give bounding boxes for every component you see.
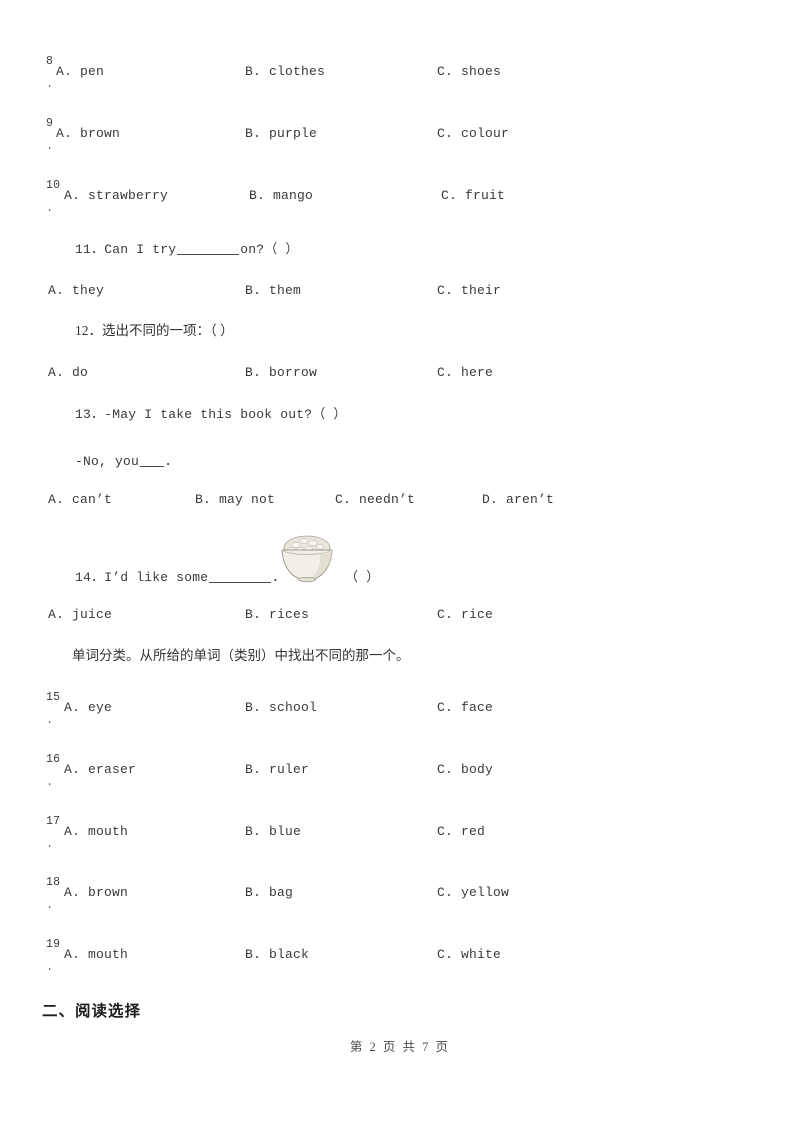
option-a[interactable]: A. eraser (64, 762, 136, 778)
option-b[interactable]: B. ruler (245, 762, 309, 778)
question-number-dot: . (46, 898, 54, 912)
question-number: 9 (46, 117, 54, 130)
question-number: 15 (46, 691, 61, 704)
question-14-stem-mid: ． (272, 570, 286, 585)
option-b[interactable]: B. purple (245, 126, 317, 142)
option-b[interactable]: B. borrow (245, 365, 317, 381)
option-c[interactable]: C. body (437, 762, 493, 778)
question-number: 10 (46, 179, 61, 192)
page-footer: 第 2 页 共 7 页 (349, 1040, 451, 1054)
question-number-dot: . (46, 960, 54, 974)
question-row-18: 18 . A. brown B. bag C. yellow (0, 877, 800, 923)
option-c[interactable]: C. here (437, 365, 493, 381)
question-number-dot: . (46, 713, 54, 727)
option-c[interactable]: C. red (437, 824, 485, 840)
question-number-dot: . (46, 77, 54, 91)
question-number-dot: . (46, 775, 54, 789)
option-c[interactable]: C. face (437, 700, 493, 716)
option-a[interactable]: A. eye (64, 700, 112, 716)
question-number: 16 (46, 753, 61, 766)
option-a[interactable]: A. do (48, 365, 88, 381)
option-a[interactable]: A. can’t (48, 492, 112, 508)
option-b[interactable]: B. clothes (245, 64, 325, 80)
question-number: 18 (46, 876, 61, 889)
question-11-stem: 11．Can I try on?（ ） (75, 241, 299, 259)
question-number: 8 (46, 55, 54, 68)
option-b[interactable]: B. bag (245, 885, 293, 901)
answer-blank[interactable] (140, 466, 165, 467)
question-row-15: 15 . A. eye B. school C. face (0, 692, 800, 738)
option-a[interactable]: A. strawberry (64, 188, 168, 204)
answer-blank[interactable] (209, 582, 272, 583)
question-14-stem: 14．I’d like some ． (75, 569, 285, 587)
option-c[interactable]: C. their (437, 283, 501, 299)
question-row-19: 19 . A. mouth B. black C. white (0, 939, 800, 985)
question-row-16: 16 . A. eraser B. ruler C. body (0, 754, 800, 800)
option-c[interactable]: C. rice (437, 607, 493, 623)
question-row-8: 8 . A. pen B. clothes C. shoes (0, 56, 800, 102)
question-row-10: 10 . A. strawberry B. mango C. fruit (0, 180, 800, 226)
section-heading-reading: 二、阅读选择 (42, 1003, 142, 1020)
option-c[interactable]: C. needn’t (335, 492, 415, 508)
option-b[interactable]: B. blue (245, 824, 301, 840)
question-11-stem-prefix: 11．Can I try (75, 242, 177, 257)
option-c[interactable]: C. colour (437, 126, 509, 142)
option-a[interactable]: A. pen (56, 64, 104, 80)
option-a[interactable]: A. they (48, 283, 104, 299)
word-classification-instruction: 单词分类。从所给的单词（类别）中找出不同的那一个。 (72, 648, 410, 663)
question-number: 19 (46, 938, 61, 951)
question-row-17: 17 . A. mouth B. blue C. red (0, 816, 800, 862)
question-row-9: 9 . A. brown B. purple C. colour (0, 118, 800, 164)
question-number-dot: . (46, 837, 54, 851)
question-13-stem-line2-prefix: -No, you (75, 454, 140, 469)
option-a[interactable]: A. brown (64, 885, 128, 901)
question-number: 17 (46, 815, 61, 828)
question-13-stem-line2: -No, you ． (75, 453, 178, 471)
question-number-dot: . (46, 201, 54, 215)
option-c[interactable]: C. white (437, 947, 501, 963)
option-b[interactable]: B. them (245, 283, 301, 299)
question-12-stem: 12．选出不同的一项：（ ） (75, 323, 234, 338)
question-14-stem-prefix: 14．I’d like some (75, 570, 209, 585)
option-c[interactable]: C. fruit (441, 188, 505, 204)
option-c[interactable]: C. shoes (437, 64, 501, 80)
option-b[interactable]: B. rices (245, 607, 309, 623)
option-a[interactable]: A. brown (56, 126, 120, 142)
answer-blank[interactable] (177, 254, 240, 255)
option-a[interactable]: A. mouth (64, 824, 128, 840)
question-number-dot: . (46, 139, 54, 153)
option-c[interactable]: C. yellow (437, 885, 509, 901)
question-13-stem-line2-suffix: ． (165, 454, 179, 469)
option-a[interactable]: A. mouth (64, 947, 128, 963)
option-d[interactable]: D. aren’t (482, 492, 554, 508)
option-b[interactable]: B. black (245, 947, 309, 963)
question-11-stem-suffix: on?（ ） (240, 242, 299, 257)
worksheet-page: 8 . A. pen B. clothes C. shoes 9 . A. br… (0, 0, 800, 1132)
option-a[interactable]: A. juice (48, 607, 112, 623)
option-b[interactable]: B. school (245, 700, 317, 716)
option-b[interactable]: B. may not (195, 492, 275, 508)
question-13-stem-line1: 13．-May I take this book out?（ ） (75, 407, 347, 422)
option-b[interactable]: B. mango (249, 188, 313, 204)
question-14-stem-suffix: （ ） (345, 570, 380, 585)
